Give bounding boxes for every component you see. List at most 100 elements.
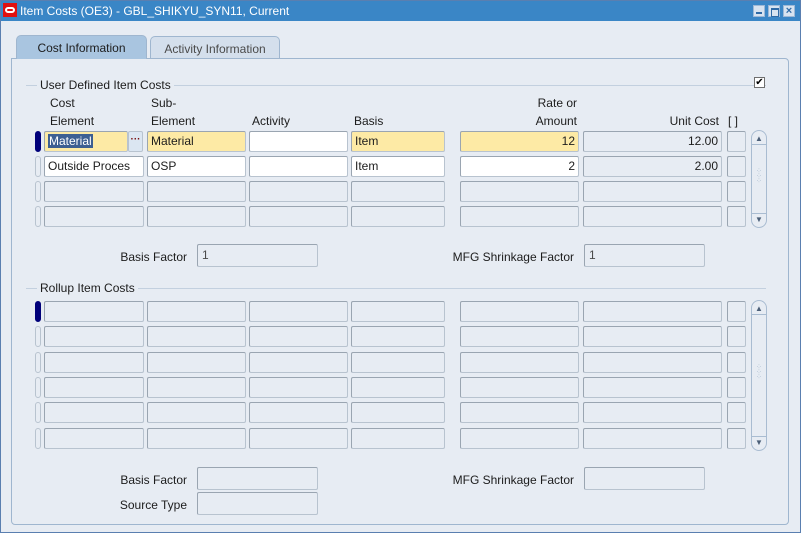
title-bar[interactable]: Item Costs (OE3) - GBL_SHIKYU_SYN11, Cur… <box>1 1 800 21</box>
record-indicator[interactable] <box>35 131 41 152</box>
rollup-activity-field <box>249 352 348 373</box>
basis-field[interactable]: Item <box>351 156 445 177</box>
record-indicator[interactable] <box>35 428 41 449</box>
rollup-flexfield-cell <box>727 352 746 373</box>
flexfield-cell[interactable] <box>727 181 746 202</box>
basis-field[interactable] <box>351 181 445 202</box>
scroll-down-icon[interactable]: ▼ <box>752 213 766 225</box>
list-of-values-button[interactable]: ··· <box>128 131 143 152</box>
record-indicator[interactable] <box>35 181 41 202</box>
rate-field-value: 12 <box>561 134 575 148</box>
header-cost-element-2: Element <box>50 114 95 128</box>
cost-element-field[interactable]: Outside Proces <box>44 156 144 177</box>
rate-field[interactable] <box>460 181 579 202</box>
rate-field[interactable] <box>460 206 579 227</box>
source-type-field[interactable] <box>197 492 318 515</box>
mfg-shrinkage-field[interactable]: 1 <box>584 244 705 267</box>
sub-element-field[interactable]: OSP <box>147 156 246 177</box>
header-rate-1: Rate or <box>537 96 577 110</box>
rollup-activity-field <box>249 326 348 347</box>
rollup-flexfield-cell <box>727 301 746 322</box>
rollup-basis-factor-field[interactable] <box>197 467 318 490</box>
user-defined-scrollbar[interactable]: ▲ ⁘ ⁘ ⁘ ▼ <box>751 130 767 228</box>
mfg-shrinkage-label: MFG Shrinkage Factor <box>452 250 574 264</box>
source-type-label: Source Type <box>119 498 187 512</box>
header-activity: Activity <box>252 114 291 128</box>
unit-cost-field <box>583 206 722 227</box>
scroll-down-icon[interactable]: ▼ <box>752 436 766 448</box>
record-indicator[interactable] <box>35 402 41 423</box>
header-cost-element-1: Cost <box>50 96 75 110</box>
activity-field[interactable] <box>249 181 348 202</box>
cost-element-field[interactable] <box>44 206 144 227</box>
record-indicator[interactable] <box>35 326 41 347</box>
close-icon[interactable]: × <box>783 5 795 17</box>
item-costs-window: Item Costs (OE3) - GBL_SHIKYU_SYN11, Cur… <box>0 0 801 533</box>
basis-field[interactable]: Item <box>351 131 445 152</box>
scroll-up-icon[interactable]: ▲ <box>752 133 766 145</box>
cost-element-field[interactable] <box>44 181 144 202</box>
record-indicator[interactable] <box>35 352 41 373</box>
record-indicator[interactable] <box>35 377 41 398</box>
rollup-scrollbar[interactable]: ▲ ⁘ ⁘ ⁘ ▼ <box>751 300 767 451</box>
basis-field[interactable] <box>351 206 445 227</box>
cost-element-field-value: Material <box>48 134 93 148</box>
rollup-sub-element-field <box>147 428 246 449</box>
basis-factor-field[interactable]: 1 <box>197 244 318 267</box>
tab-activity-information[interactable]: Activity Information <box>150 36 280 58</box>
rollup-cost-element-field <box>44 352 144 373</box>
rollup-activity-field <box>249 301 348 322</box>
rollup-rate-field <box>460 352 579 373</box>
rollup-rate-field <box>460 428 579 449</box>
rollup-rate-field <box>460 377 579 398</box>
rollup-cost-element-field <box>44 428 144 449</box>
tab-cost-information[interactable]: Cost Information <box>16 35 147 59</box>
rollup-rate-field <box>460 326 579 347</box>
rollup-flexfield-cell <box>727 326 746 347</box>
scroll-grip-icon[interactable]: ⁘ ⁘ ⁘ <box>756 364 762 387</box>
rollup-legend: Rollup Item Costs <box>37 281 138 295</box>
rollup-activity-field <box>249 428 348 449</box>
header-basis: Basis <box>354 114 384 128</box>
checkbox-checked[interactable]: ✔ <box>754 77 765 88</box>
cost-element-field[interactable]: Material <box>44 131 128 152</box>
scroll-up-icon[interactable]: ▲ <box>752 303 766 315</box>
cost-element-field-value: Outside Proces <box>48 159 131 173</box>
sub-element-field[interactable] <box>147 206 246 227</box>
rollup-unit-cost-field <box>583 428 722 449</box>
record-indicator[interactable] <box>35 156 41 177</box>
unit-cost-field-value: 2.00 <box>694 159 718 173</box>
unit-cost-field: 2.00 <box>583 156 722 177</box>
rollup-mfg-shrinkage-field[interactable] <box>584 467 705 490</box>
rollup-flexfield-cell <box>727 377 746 398</box>
rollup-cost-element-field <box>44 301 144 322</box>
rollup-basis-factor-label: Basis Factor <box>120 473 187 487</box>
rollup-basis-field <box>351 377 445 398</box>
rollup-unit-cost-field <box>583 326 722 347</box>
sub-element-field-value: OSP <box>151 159 177 173</box>
record-indicator[interactable] <box>35 301 41 322</box>
rate-field[interactable]: 2 <box>460 156 579 177</box>
maximize-icon[interactable] <box>768 5 780 17</box>
flexfield-cell[interactable] <box>727 131 746 152</box>
rollup-sub-element-field <box>147 352 246 373</box>
activity-field[interactable] <box>249 206 348 227</box>
sub-element-field[interactable] <box>147 181 246 202</box>
rollup-sub-element-field <box>147 301 246 322</box>
rate-field[interactable]: 12 <box>460 131 579 152</box>
record-indicator[interactable] <box>35 206 41 227</box>
minimize-icon[interactable] <box>753 5 765 17</box>
rollup-flexfield-cell <box>727 402 746 423</box>
basis-field-value: Item <box>355 159 379 173</box>
flexfield-cell[interactable] <box>727 206 746 227</box>
activity-field[interactable] <box>249 156 348 177</box>
rollup-activity-field <box>249 377 348 398</box>
sub-element-field[interactable]: Material <box>147 131 246 152</box>
scroll-grip-icon[interactable]: ⁘ ⁘ ⁘ <box>756 168 762 191</box>
flexfield-cell[interactable] <box>727 156 746 177</box>
rate-field-value: 2 <box>568 159 575 173</box>
oracle-icon <box>3 3 17 17</box>
activity-field[interactable] <box>249 131 348 152</box>
unit-cost-field: 12.00 <box>583 131 722 152</box>
rollup-mfg-shrinkage-label: MFG Shrinkage Factor <box>452 473 574 487</box>
